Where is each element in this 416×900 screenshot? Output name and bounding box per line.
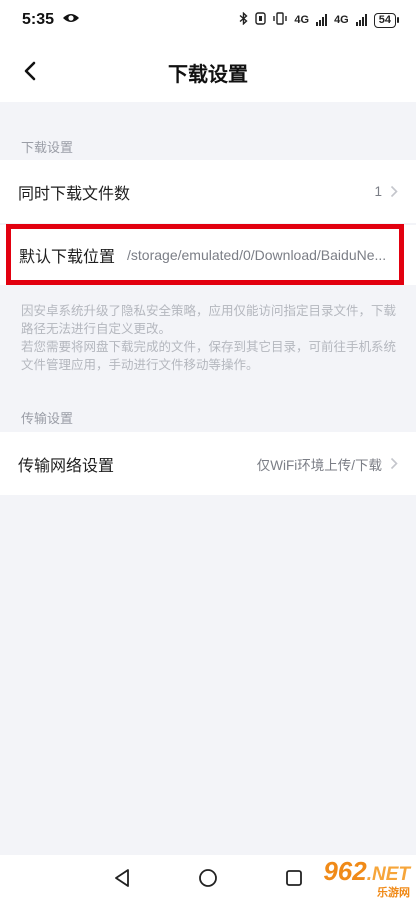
status-time: 5:35 (22, 11, 55, 28)
network-type-1: 4G (294, 14, 310, 26)
vibrate-icon (273, 12, 288, 28)
site-watermark-logo: 962.NET 乐游网 (276, 855, 410, 899)
watermark-main-text: 962.NET (323, 855, 410, 886)
notice-line-2: 若您需要将网盘下载完成的文件，保存到其它目录，可前往手机系统文件管理应用，手动进… (21, 340, 397, 372)
chevron-right-icon (390, 457, 398, 470)
transfer-network-label: 传输网络设置 (18, 457, 115, 475)
circle-home-icon (199, 868, 217, 887)
highlight-annotation-box (6, 224, 404, 285)
privacy-notice: 因安卓系统升级了隐私安全策略，应用仅能访问指定目录文件，下载路径无法进行自定义更… (21, 302, 399, 374)
signal-icon (355, 14, 367, 26)
nav-back-button[interactable] (110, 866, 134, 890)
status-right: 4G 4G 54 (239, 11, 400, 28)
status-bar: 5:35 4G 4G 54 (0, 0, 416, 40)
eye-icon (62, 11, 80, 29)
status-left: 5:35 (22, 11, 80, 29)
section-label-transfer: 传输设置 (21, 411, 74, 426)
nfc-icon (255, 12, 267, 28)
battery-indicator: 54 (373, 12, 400, 28)
concurrent-downloads-row[interactable]: 同时下载文件数 1 (0, 160, 416, 223)
network-type-2: 4G (334, 14, 349, 26)
concurrent-downloads-value: 1 (374, 184, 382, 199)
page-title: 下载设置 (168, 64, 248, 86)
bluetooth-icon (239, 11, 248, 28)
chevron-right-icon (390, 185, 398, 198)
triangle-back-icon (115, 868, 129, 887)
transfer-network-row[interactable]: 传输网络设置 仅WiFi环境上传/下载 (0, 432, 416, 495)
transfer-network-value: 仅WiFi环境上传/下载 (256, 457, 382, 473)
nav-home-button[interactable] (196, 866, 220, 890)
signal-icon (316, 14, 328, 26)
watermark-sub-text: 乐游网 (377, 886, 410, 899)
concurrent-downloads-label: 同时下载文件数 (18, 185, 131, 203)
app-header: 下载设置 (0, 40, 416, 102)
notice-line-1: 因安卓系统升级了隐私安全策略，应用仅能访问指定目录文件，下载路径无法进行自定义更… (21, 304, 397, 336)
section-label-download: 下载设置 (21, 140, 74, 155)
